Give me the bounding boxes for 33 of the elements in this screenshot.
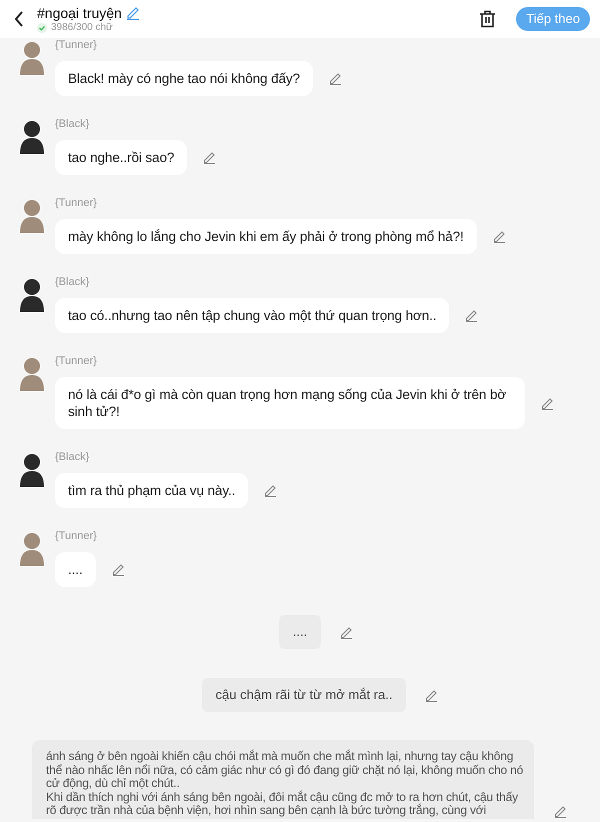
chapter-title: #ngoại truyện [37,4,122,22]
delete-icon[interactable] [479,10,496,28]
word-count: 3986/300 chữ [51,22,113,34]
message-bubble: tìm ra thủ phạm của vụ này.. [55,473,248,508]
speaker-name: {Black} [55,276,90,289]
narration-bubble: .... [278,615,322,649]
message-bubble: nó là cái đ*o gì mà còn quan trọng hơn mạng sống của Jevin khi ở trên bờ sinh tử?! [55,377,525,429]
edit-icon[interactable] [340,626,354,638]
edit-icon[interactable] [492,230,506,243]
next-button[interactable]: Tiếp theo [516,7,590,31]
edit-icon[interactable] [112,563,125,576]
edit-icon[interactable] [554,804,567,818]
speaker-name: {Tunner} [55,197,97,210]
message-bubble: tao nghe..rồi sao? [55,140,188,175]
message-bubble: mày không lo lắng cho Jevin khi em ấy phải ở trong phòng mổ hả?! [55,219,477,254]
speaker-name: {Tunner} [55,530,97,543]
edit-icon[interactable] [328,72,342,85]
narration-bubble: cậu chậm rãi từ từ mở mắt ra.. [202,678,406,712]
narration-paragraph: ánh sáng ở bên ngoài khiến cậu chói mắt mà muốn che mắt mình lại, nhưng tay cậu không thể nào nhấc lên nổi nữa, có cảm giác như có gì đó đang giữ chặt nó lại, không muốn cho nó cử động, dù chỉ một chút.. Khi dần thích nghi với ánh sáng bên ngoài, đôi mắt cậu cũng đc mở to ra hơn chút, cậu thấy rõ được trần nhà của bệnh viện, hơi nhìn sang bên cạnh là bức tường trắng, cùng với [32,740,534,818]
message-bubble: .... [55,552,96,587]
edit-icon[interactable] [264,484,278,497]
edit-icon[interactable] [126,6,140,20]
edit-icon[interactable] [203,151,216,164]
edit-icon[interactable] [465,309,478,322]
speaker-name: {Black} [55,118,90,131]
edit-icon[interactable] [425,688,438,702]
message-bubble: Black! mày có nghe tao nói không đấy? [55,61,313,96]
check-icon [37,22,47,32]
message-bubble: tao có..nhưng tao nên tập chung vào một thứ quan trọng hơn.. [55,298,450,333]
edit-icon[interactable] [541,396,554,410]
speaker-name: {Tunner} [55,39,97,52]
speaker-name: {Tunner} [55,355,97,368]
speaker-name: {Black} [55,451,90,464]
